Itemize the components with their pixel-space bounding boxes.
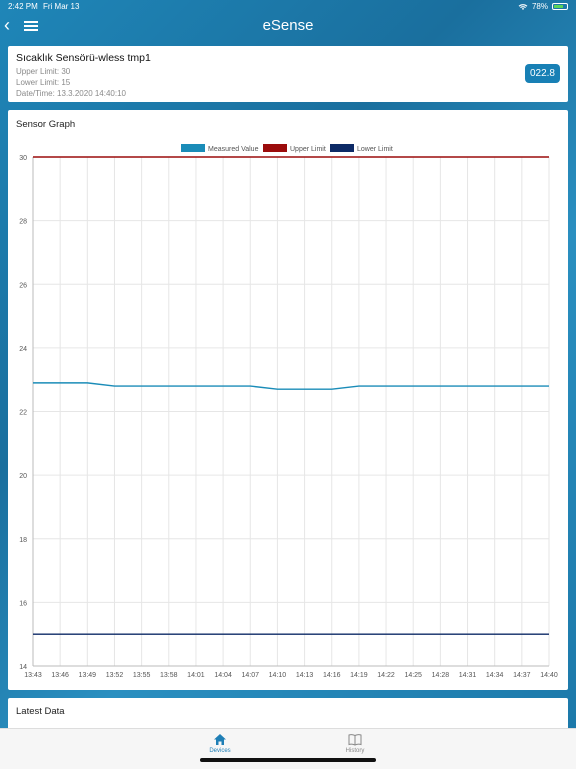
series-line-0 — [33, 382, 549, 390]
datetime-text: Date/Time: 13.3.2020 14:40:10 — [16, 89, 126, 98]
x-tick-label: 14:01 — [187, 672, 205, 679]
x-tick-label: 14:34 — [486, 672, 504, 679]
x-tick-label: 14:25 — [404, 672, 422, 679]
upper-limit-text: Upper Limit: 30 — [16, 67, 71, 76]
legend-swatch-2 — [330, 144, 354, 152]
latest-data-title: Latest Data — [16, 706, 65, 717]
legend-swatch-0 — [181, 144, 205, 152]
home-icon — [214, 734, 226, 745]
y-tick-label: 26 — [19, 282, 27, 289]
x-tick-label: 13:52 — [106, 672, 124, 679]
y-tick-label: 14 — [19, 664, 27, 671]
sensor-graph-card: Sensor Graph 14 16 18 20 22 24 26 28 30 13:43 13:4… — [8, 110, 568, 690]
y-tick-label: 18 — [19, 537, 27, 544]
tab-history-label: History — [345, 748, 365, 754]
x-tick-label: 14:22 — [377, 672, 395, 679]
tab-history[interactable]: History — [325, 733, 385, 754]
x-tick-label: 14:04 — [214, 672, 232, 679]
y-tick-label: 28 — [19, 219, 27, 226]
lower-limit-text: Lower Limit: 15 — [16, 78, 71, 87]
y-tick-label: 30 — [19, 155, 27, 162]
x-tick-label: 14:28 — [432, 672, 450, 679]
legend-label-1: Upper Limit — [290, 146, 326, 153]
current-value-badge[interactable]: 022.8 — [524, 64, 560, 83]
status-bar: 2:42 PM Fri Mar 13 78% — [0, 0, 576, 14]
sensor-line-chart: 14 16 18 20 22 24 26 28 30 13:43 13:46 13:49 13:52 13… — [19, 144, 558, 679]
legend-swatch-1 — [263, 144, 287, 152]
x-tick-label: 14:31 — [459, 672, 477, 679]
x-tick-label: 13:46 — [51, 672, 69, 679]
battery-percent: 78% — [531, 2, 548, 11]
x-tick-label: 13:49 — [79, 672, 97, 679]
wifi-icon — [518, 3, 528, 10]
battery-icon — [552, 3, 568, 10]
sensor-name: Sıcaklık Sensörü-wless tmp1 — [16, 52, 151, 64]
legend-label-0: Measured Value — [208, 146, 259, 153]
page-title: eSense — [262, 17, 314, 34]
navbar: ‹ eSense — [0, 14, 576, 40]
x-tick-label: 14:37 — [513, 672, 531, 679]
book-icon — [348, 734, 362, 746]
status-time: 2:42 PM — [8, 2, 38, 11]
sensor-info-card: Sıcaklık Sensörü-wless tmp1 Upper Limit:… — [8, 46, 568, 102]
x-tick-label: 14:40 — [540, 672, 558, 679]
x-tick-label: 13:43 — [24, 672, 42, 679]
x-tick-label: 14:16 — [323, 672, 341, 679]
x-tick-label: 14:13 — [296, 672, 314, 679]
tab-devices-label: Devices — [209, 748, 231, 754]
tab-bar: Devices History — [0, 728, 576, 769]
legend-label-2: Lower Limit — [357, 146, 393, 153]
x-tick-label: 13:55 — [133, 672, 151, 679]
status-right: 78% — [518, 2, 568, 11]
tab-devices[interactable]: Devices — [190, 733, 250, 754]
status-date: Fri Mar 13 — [43, 2, 80, 11]
y-tick-label: 20 — [19, 473, 27, 480]
x-tick-label: 14:07 — [241, 672, 259, 679]
y-tick-label: 22 — [19, 410, 27, 417]
x-tick-label: 14:19 — [350, 672, 368, 679]
x-tick-label: 14:10 — [269, 672, 287, 679]
home-indicator — [200, 758, 376, 762]
y-tick-label: 16 — [19, 600, 27, 607]
y-tick-label: 24 — [19, 346, 27, 353]
x-tick-label: 13:58 — [160, 672, 178, 679]
